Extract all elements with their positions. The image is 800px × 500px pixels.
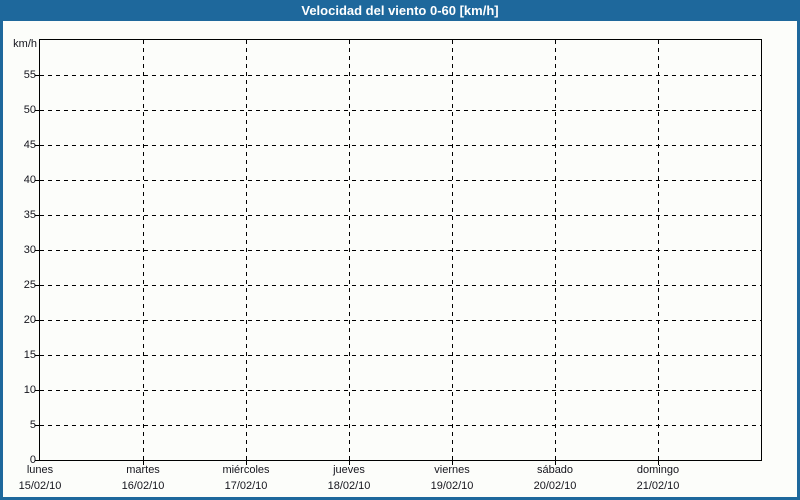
y-tick-label: 45 [23, 139, 36, 151]
x-tick-day-name: jueves [333, 464, 365, 476]
y-tick-label: 50 [23, 104, 36, 116]
y-tick-label: 30 [23, 244, 36, 256]
x-tick-date: 21/02/10 [636, 480, 680, 492]
v-gridline [555, 40, 556, 460]
y-axis-tick [35, 425, 40, 426]
h-gridline [40, 180, 761, 181]
x-tick-date: 18/02/10 [327, 480, 371, 492]
y-axis-tick [35, 180, 40, 181]
h-gridline [40, 250, 761, 251]
y-axis-tick [35, 215, 40, 216]
h-gridline [40, 75, 761, 76]
v-gridline [452, 40, 453, 460]
x-tick-label: martes 16/02/10 [83, 464, 203, 493]
x-tick-label: domingo 21/02/10 [598, 464, 718, 493]
v-gridline [246, 40, 247, 460]
x-tick-label: miércoles 17/02/10 [186, 464, 306, 493]
y-tick-label: 5 [29, 419, 36, 431]
h-gridline [40, 355, 761, 356]
plot-area [39, 39, 762, 461]
y-tick-label: 35 [23, 209, 36, 221]
x-tick-day-name: sábado [536, 464, 574, 476]
h-gridline [40, 285, 761, 286]
x-tick-date: 20/02/10 [533, 480, 577, 492]
y-axis-tick [35, 285, 40, 286]
x-tick-label: sábado 20/02/10 [495, 464, 615, 493]
y-axis-tick [35, 390, 40, 391]
y-tick-label: 25 [23, 279, 36, 291]
y-tick-label: 40 [23, 174, 36, 186]
x-tick-day-name: miércoles [222, 464, 270, 476]
y-tick-label: 20 [23, 314, 36, 326]
y-tick-label: 55 [23, 69, 36, 81]
h-gridline [40, 145, 761, 146]
chart-area: km/h 0 5 10 15 20 25 30 35 40 45 50 55 lunes 15/02/10… [0, 0, 800, 500]
h-gridline [40, 390, 761, 391]
x-tick-label: viernes 19/02/10 [392, 464, 512, 493]
h-gridline [40, 425, 761, 426]
x-tick-date: 19/02/10 [430, 480, 474, 492]
y-axis-tick [35, 355, 40, 356]
y-axis-tick [35, 320, 40, 321]
h-gridline [40, 215, 761, 216]
x-tick-day-name: viernes [434, 464, 470, 476]
y-axis-tick [35, 75, 40, 76]
y-tick-label: 10 [23, 384, 36, 396]
v-gridline [349, 40, 350, 460]
y-axis-tick [35, 145, 40, 146]
h-gridline [40, 320, 761, 321]
y-axis-tick [35, 250, 40, 251]
chart-window: Velocidad del viento 0-60 [km/h] km/h 05… [0, 0, 800, 500]
y-axis-tick [35, 110, 40, 111]
v-gridline [143, 40, 144, 460]
x-tick-date: 17/02/10 [224, 480, 268, 492]
x-tick-label: jueves 18/02/10 [289, 464, 409, 493]
x-tick-day-name: domingo [636, 464, 680, 476]
y-axis-tick [35, 460, 40, 461]
x-tick-date: 16/02/10 [121, 480, 165, 492]
h-gridline [40, 110, 761, 111]
x-tick-day-name: martes [126, 464, 160, 476]
y-axis-unit-label: km/h [13, 38, 37, 50]
y-tick-label: 15 [23, 349, 36, 361]
v-gridline [658, 40, 659, 460]
